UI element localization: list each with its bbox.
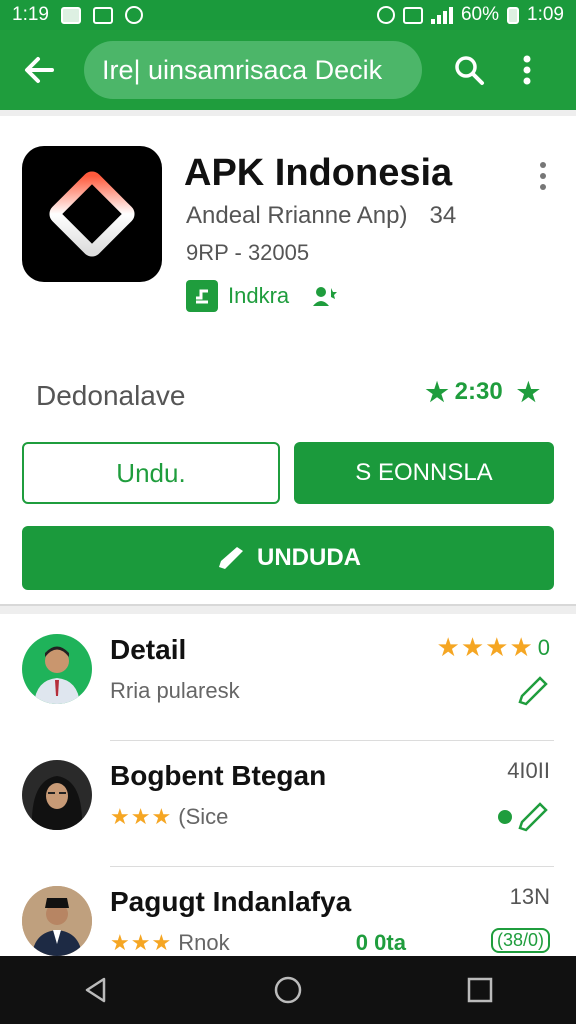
list-item-sub-text: Rnok <box>178 930 230 955</box>
status-bar: 1:19 60% 1:09 <box>0 0 576 30</box>
nav-home-icon <box>274 976 302 1004</box>
list-item-sub: Rria pularesk <box>110 678 240 703</box>
app-detail-card: APK Indonesia Andeal Rrianne Anp) 34 9RP … <box>0 116 576 606</box>
list-item-badge-text: (38/0) <box>490 928 550 953</box>
alarm-icon <box>376 6 395 24</box>
image-notification-icon <box>92 6 113 24</box>
notification-icon <box>60 6 81 24</box>
developer-name: Indkra <box>228 283 290 308</box>
status-clock-right: 1:09 <box>527 4 564 25</box>
star-rating-icon: ★★★★ <box>436 632 534 662</box>
list-item-count: 0 <box>537 634 550 660</box>
status-time: 1:19 <box>12 4 49 25</box>
star-icon: ★ <box>425 377 449 407</box>
battery-icon <box>507 6 520 24</box>
secondary-download-label: Undu. <box>116 457 186 488</box>
list-item-count: 4I0II <box>507 758 550 783</box>
nav-recents-button[interactable] <box>450 960 510 1020</box>
edit-button[interactable] <box>516 676 550 706</box>
developer-badge-icon <box>186 280 218 312</box>
verified-icon <box>313 287 338 306</box>
back-arrow-icon <box>25 57 54 83</box>
list-item-title: Detail <box>110 634 187 665</box>
list-item[interactable]: Bogbent Btegan ★★★ (Sice 4I0II <box>0 740 576 867</box>
nav-recents-icon <box>467 977 493 1003</box>
card-overflow-button[interactable] <box>528 156 558 196</box>
download-button[interactable]: UNDUDA <box>22 526 554 590</box>
edit-button[interactable] <box>498 802 550 832</box>
overflow-menu-button[interactable] <box>502 45 552 95</box>
status-dot-icon <box>498 810 512 824</box>
app-subtitle-number: 34 <box>429 202 457 229</box>
system-nav-bar <box>0 956 576 1024</box>
nav-back-button[interactable] <box>66 960 126 1020</box>
list-item-rating: ★★★★ 0 <box>437 632 550 663</box>
list-item-sub-text: (Sice <box>178 804 229 829</box>
app-subtitle: Andeal Rrianne Anp) 34 <box>186 202 456 230</box>
search-button[interactable] <box>444 45 494 95</box>
signal-icon <box>430 6 453 24</box>
list-item-badge[interactable]: (38/0) <box>490 928 550 953</box>
edit-pen-icon <box>518 802 548 832</box>
app-logo-icon <box>22 146 162 282</box>
developer-row[interactable]: Indkra <box>186 280 338 312</box>
avatar <box>22 886 92 956</box>
vibrate-icon <box>402 6 423 24</box>
more-vert-icon <box>523 55 531 85</box>
battery-percent: 60% <box>460 4 500 25</box>
star-icon: ★ <box>516 377 540 407</box>
star-rating-icon: ★★★ <box>110 930 173 955</box>
rating-summary: ★ 2:30 ★ <box>425 378 540 406</box>
list-item[interactable]: Detail Rria pularesk ★★★★ 0 <box>0 614 576 741</box>
app-bar: Ire| uinsamrisaca Decik <box>0 30 576 110</box>
star-rating-icon: ★★★ <box>110 804 173 829</box>
edit-pen-icon <box>518 676 548 706</box>
review-list: Detail Rria pularesk ★★★★ 0 Bogbent Bteg… <box>0 614 576 956</box>
sync-icon <box>124 6 143 24</box>
download-label: UNDUDA <box>257 544 361 571</box>
list-item-sub: ★★★ (Sice <box>110 804 228 830</box>
primary-action-button[interactable]: S EONNSLA <box>294 442 554 504</box>
list-item[interactable]: Pagugt Indanlafya ★★★ Rnok 0 0ta 13N (38… <box>0 866 576 956</box>
app-title: APK Indonesia <box>184 152 453 194</box>
app-size-line: 9RP - 32005 <box>186 240 310 265</box>
avatar <box>22 760 92 830</box>
list-item-sub: ★★★ Rnok 0 0ta <box>110 930 406 956</box>
primary-action-label: S EONNSLA <box>355 459 493 486</box>
rating-label: Dedonalave <box>36 380 186 411</box>
rating-value: 2:30 <box>454 378 503 405</box>
search-icon <box>455 56 484 85</box>
secondary-download-button[interactable]: Undu. <box>22 442 280 504</box>
app-subtitle-text: Andeal Rrianne Anp) <box>186 202 408 229</box>
list-item-count: 13N <box>509 884 550 909</box>
list-item-tag: 0 0ta <box>355 930 406 955</box>
list-item-title: Pagugt Indanlafya <box>110 886 352 917</box>
list-item-title: Bogbent Btegan <box>110 760 327 791</box>
back-button[interactable] <box>14 45 64 95</box>
nav-home-button[interactable] <box>258 960 318 1020</box>
search-input[interactable]: Ire| uinsamrisaca Decik <box>84 41 422 99</box>
avatar <box>22 634 92 704</box>
nav-back-icon <box>85 977 106 1003</box>
download-pen-icon <box>219 547 243 569</box>
